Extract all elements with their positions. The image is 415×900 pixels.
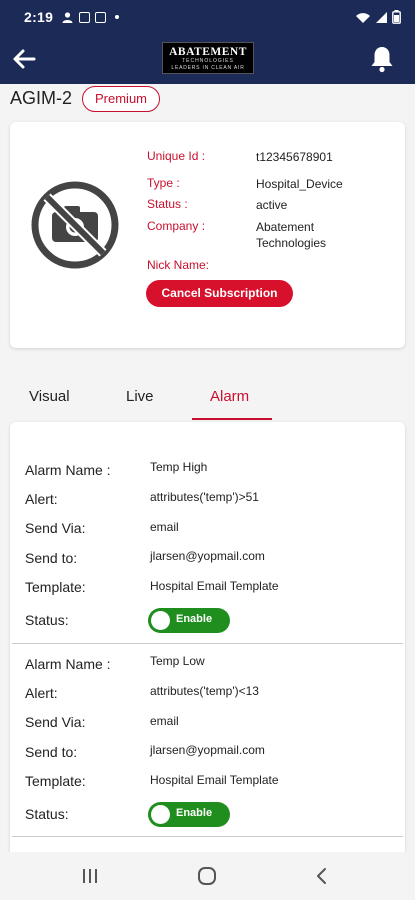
alert-value: attributes('temp')>51 — [150, 490, 259, 504]
more-notifications-dot — [115, 15, 120, 19]
app-header: ABATEMENT TECHNOLOGIES LEADERS IN CLEAN … — [0, 34, 415, 84]
home-button[interactable] — [195, 864, 219, 888]
alert-value: attributes('temp')<13 — [150, 684, 259, 698]
recent-apps-button[interactable] — [78, 864, 102, 888]
company-logo: ABATEMENT TECHNOLOGIES LEADERS IN CLEAN … — [162, 42, 254, 74]
alarm-name-label: Alarm Name : — [25, 656, 111, 672]
alert-label: Alert: — [25, 491, 58, 507]
no-image-icon — [31, 181, 119, 269]
template-value: Hospital Email Template — [150, 773, 279, 787]
toggle-knob — [151, 805, 170, 824]
company-label: Company : — [147, 219, 206, 233]
system-icons — [355, 10, 401, 24]
signal-icon — [376, 11, 387, 23]
person-icon — [62, 11, 73, 23]
back-button[interactable] — [10, 45, 38, 73]
company-value-line1: Abatement — [256, 220, 315, 234]
alarm-name-label: Alarm Name : — [25, 462, 111, 478]
status-label: Status : — [147, 197, 188, 211]
alarm-divider — [12, 643, 403, 644]
battery-icon — [392, 10, 401, 24]
send-via-value: email — [150, 520, 179, 534]
toggle-label: Enable — [176, 613, 213, 625]
send-to-label: Send to: — [25, 550, 78, 566]
send-to-label: Send to: — [25, 744, 78, 760]
alarm-item: Alarm Name : Temp High Alert: attributes… — [10, 458, 405, 652]
logo-subtext: TECHNOLOGIES — [182, 58, 234, 64]
wifi-icon — [356, 12, 370, 23]
system-nav-bar — [0, 852, 415, 900]
notifications-button[interactable] — [369, 45, 395, 73]
device-name: AGIM-2 — [10, 88, 73, 108]
unique-id-label: Unique Id : — [147, 149, 206, 163]
logo-tagline: LEADERS IN CLEAN AIR — [171, 65, 245, 71]
alarm-status-label: Status: — [25, 806, 69, 822]
chevron-left-icon — [317, 868, 326, 884]
unique-id-value: t12345678901 — [256, 150, 333, 164]
company-value-line2: Technologies — [256, 236, 327, 250]
tab-bar: Visual Live Alarm — [0, 380, 415, 420]
active-tab-indicator — [192, 418, 272, 420]
image-icon — [79, 11, 91, 23]
template-label: Template: — [25, 773, 86, 789]
status-bar: 2:19 — [0, 0, 415, 34]
cancel-subscription-button[interactable]: Cancel Subscription — [146, 280, 293, 307]
send-via-label: Send Via: — [25, 520, 86, 536]
arrow-left-icon — [13, 49, 36, 69]
template-label: Template: — [25, 579, 86, 595]
alarm-name-value: Temp High — [150, 460, 208, 474]
nickname-label: Nick Name: — [147, 258, 210, 272]
home-icon — [198, 867, 216, 885]
alarm-status-toggle[interactable]: Enable — [148, 802, 230, 827]
status-value: active — [256, 198, 288, 212]
type-label: Type : — [147, 176, 180, 190]
alert-label: Alert: — [25, 685, 58, 701]
alarm-divider — [12, 836, 403, 837]
tab-visual[interactable]: Visual — [29, 388, 70, 405]
bell-icon — [371, 47, 393, 73]
premium-badge: Premium — [82, 86, 161, 112]
toggle-label: Enable — [176, 807, 213, 819]
alarm-name-value: Temp Low — [150, 654, 205, 668]
toggle-knob — [151, 611, 170, 630]
send-via-value: email — [150, 714, 179, 728]
alarm-status-label: Status: — [25, 612, 69, 628]
alarm-item: Alarm Name : Temp Low Alert: attributes(… — [10, 652, 405, 846]
send-to-value: jlarsen@yopmail.com — [150, 549, 265, 563]
alarm-status-toggle[interactable]: Enable — [148, 608, 230, 633]
status-time: 2:19 — [24, 9, 54, 25]
system-back-button[interactable] — [310, 864, 334, 888]
recent-apps-icon — [83, 869, 97, 883]
template-value: Hospital Email Template — [150, 579, 279, 593]
send-via-label: Send Via: — [25, 714, 86, 730]
type-value: Hospital_Device — [256, 177, 343, 191]
logo-text: ABATEMENT — [169, 46, 247, 58]
notification-icons — [61, 11, 120, 24]
send-to-value: jlarsen@yopmail.com — [150, 743, 265, 757]
tab-alarm[interactable]: Alarm — [210, 388, 249, 405]
device-info-card: Unique Id : t12345678901 Type : Hospital… — [10, 122, 405, 348]
calendar-icon — [95, 11, 107, 23]
alarm-list-card: Alarm Name : Temp High Alert: attributes… — [10, 422, 405, 872]
tab-live[interactable]: Live — [126, 388, 154, 405]
